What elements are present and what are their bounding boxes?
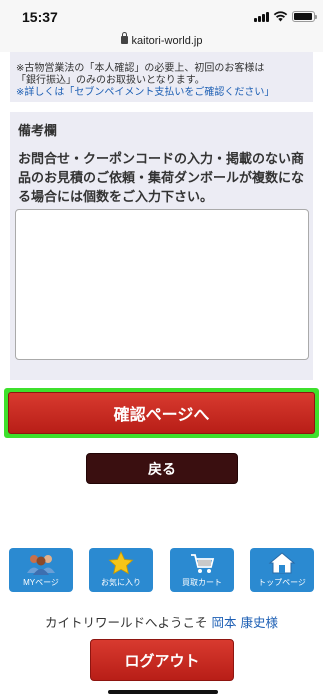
remarks-heading: 備考欄 [10, 112, 313, 142]
remarks-textarea[interactable] [15, 209, 309, 360]
confirm-page-button[interactable]: 確認ページへ [8, 392, 315, 434]
lock-icon [120, 32, 128, 44]
status-bar: 15:37 [0, 0, 323, 30]
user-name-link[interactable]: 岡本 康史様 [212, 615, 278, 630]
footer-nav: MYページ お気に入り 買取カート トップページ [0, 548, 323, 592]
nav-favorites[interactable]: お気に入り [89, 548, 153, 592]
cart-icon [191, 554, 215, 573]
wifi-icon [273, 11, 288, 22]
nav-top-page[interactable]: トップページ [250, 548, 314, 592]
nav-buy-cart-label: 買取カート [182, 578, 222, 587]
nav-buy-cart[interactable]: 買取カート [170, 548, 234, 592]
cellular-signal-icon [254, 12, 270, 22]
url-text: kaitori-world.jp [131, 35, 203, 47]
star-icon [108, 551, 134, 575]
remarks-description: お問合せ・クーポンコードの入力・掲載のない商品のお見積のご依頼・集荷ダンボールが… [18, 152, 305, 205]
nav-my-page-label: MYページ [23, 578, 59, 587]
home-indicator [108, 690, 218, 694]
remarks-section: お問合せ・クーポンコードの入力・掲載のない商品のお見積のご依頼・集荷ダンボールが… [10, 142, 313, 380]
battery-icon [292, 11, 317, 22]
status-time: 15:37 [22, 9, 58, 25]
nav-favorites-label: お気に入り [101, 578, 141, 587]
nav-my-page[interactable]: MYページ [9, 548, 73, 592]
confirm-button-highlight: 確認ページへ [4, 388, 319, 438]
users-icon [27, 555, 55, 575]
browser-url-bar[interactable]: kaitori-world.jp [0, 30, 323, 52]
notice-line-2: 「銀行振込」のみのお取扱いとなります。 [16, 75, 205, 86]
welcome-message: カイトリワールドへようこそ 岡本 康史様 [0, 612, 323, 631]
home-icon [268, 552, 296, 574]
logout-button[interactable]: ログアウト [90, 639, 234, 681]
payment-notice: ※古物営業法の「本人確認」の必要上、初回のお客様は 「銀行振込」のみのお取扱いと… [10, 52, 313, 102]
welcome-text: カイトリワールドへようこそ [45, 615, 208, 630]
payment-details-link[interactable]: ※詳しくは「セブンペイメント支払いをご確認ください」 [16, 87, 307, 99]
notice-line-1: ※古物営業法の「本人確認」の必要上、初回のお客様は [16, 63, 265, 74]
back-button[interactable]: 戻る [86, 453, 238, 484]
nav-top-page-label: トップページ [258, 578, 306, 587]
